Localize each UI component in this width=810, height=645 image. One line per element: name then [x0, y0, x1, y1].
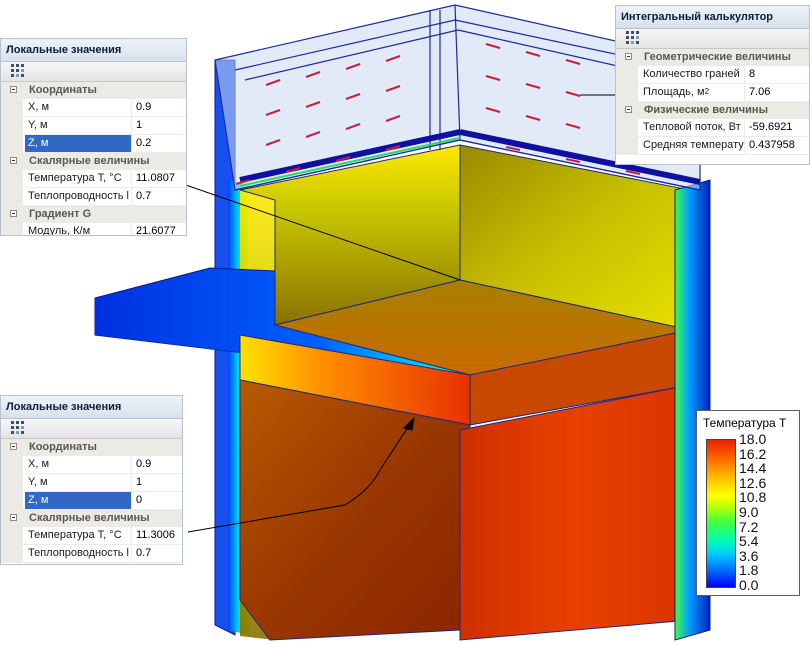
collapse-icon[interactable]: [10, 157, 17, 164]
property-row-average-temperature[interactable]: Средняя температура 0.437958: [616, 137, 809, 155]
panel-title: Интегральный калькулятор: [616, 6, 809, 29]
section-coordinates[interactable]: Координаты: [1, 82, 186, 99]
collapse-icon[interactable]: [10, 210, 17, 217]
property-row-face-count[interactable]: Количество граней 8: [616, 66, 809, 84]
property-row-y[interactable]: Y, м1: [1, 474, 182, 492]
legend-tick: 9.0: [739, 504, 759, 520]
legend-tick: 5.4: [739, 533, 759, 550]
property-row-x[interactable]: X, м 0.9: [1, 456, 182, 474]
property-row-temperature[interactable]: Температура T, °C 11.0807: [1, 170, 186, 188]
property-row-y[interactable]: Y, м1: [1, 117, 186, 135]
property-row-conductivity[interactable]: Теплопроводность l 0.7: [1, 188, 186, 206]
section-physical-values[interactable]: Физические величины: [616, 102, 809, 119]
property-row-temperature[interactable]: Температура T, °C 11.3006: [1, 527, 182, 545]
section-geometric-values[interactable]: Геометрические величины: [616, 49, 809, 66]
section-scalar-values[interactable]: Скалярные величины: [1, 510, 182, 527]
panel-title: Локальные значения: [1, 396, 182, 419]
grid-properties-icon[interactable]: [11, 421, 25, 435]
local-values-panel-bottom: Локальные значения Координаты X, м 0.9 Y,…: [0, 395, 183, 565]
legend-tick: 18.0: [739, 431, 767, 447]
section-gradient[interactable]: Градиент G: [1, 206, 186, 223]
legend-tick: 3.6: [739, 547, 759, 564]
property-row-area[interactable]: Площадь, м2 7.06: [616, 84, 809, 102]
legend-title: Температура T: [703, 416, 787, 430]
grid-properties-icon[interactable]: [11, 64, 25, 78]
panel-toolbar: [1, 419, 182, 439]
collapse-icon[interactable]: [10, 514, 17, 521]
legend-tick: 0.0: [739, 577, 759, 593]
legend-tick: 10.8: [739, 489, 767, 506]
property-row-heat-flux[interactable]: Тепловой поток, Вт -59.6921: [616, 119, 809, 137]
grid-properties-icon[interactable]: [626, 31, 640, 45]
legend-tick: 1.8: [739, 562, 759, 579]
panel-toolbar: [616, 29, 809, 49]
legend-color-bar: [706, 439, 736, 588]
legend-tick: 12.6: [739, 474, 767, 491]
legend-tick: 14.4: [739, 460, 767, 477]
property-row-z[interactable]: Z, м0: [1, 492, 182, 510]
panel-title: Локальные значения: [1, 39, 186, 62]
local-values-panel-top: Локальные значения Координаты X, м 0.9 Y,…: [0, 38, 187, 236]
property-row-x[interactable]: X, м 0.9: [1, 99, 186, 117]
collapse-icon[interactable]: [625, 106, 632, 113]
collapse-icon[interactable]: [10, 86, 17, 93]
panel-toolbar: [1, 62, 186, 82]
property-row-conductivity[interactable]: Теплопроводность l 0.7: [1, 545, 182, 563]
legend-tick: 7.2: [739, 518, 759, 535]
integral-calculator-panel: Интегральный калькулятор Геометрические …: [615, 5, 810, 165]
property-row-modulus[interactable]: Модуль, К/м 21.6077: [1, 223, 186, 235]
property-row-z[interactable]: Z, м 0.2: [1, 135, 186, 153]
collapse-icon[interactable]: [625, 53, 632, 60]
collapse-icon[interactable]: [10, 443, 17, 450]
section-coordinates[interactable]: Координаты: [1, 439, 182, 456]
legend-tick: 16.2: [739, 445, 767, 462]
temperature-legend: Температура T 18.0 16.2 14.4 12.6 10.8 9…: [696, 410, 800, 596]
section-scalar-values[interactable]: Скалярные величины: [1, 153, 186, 170]
